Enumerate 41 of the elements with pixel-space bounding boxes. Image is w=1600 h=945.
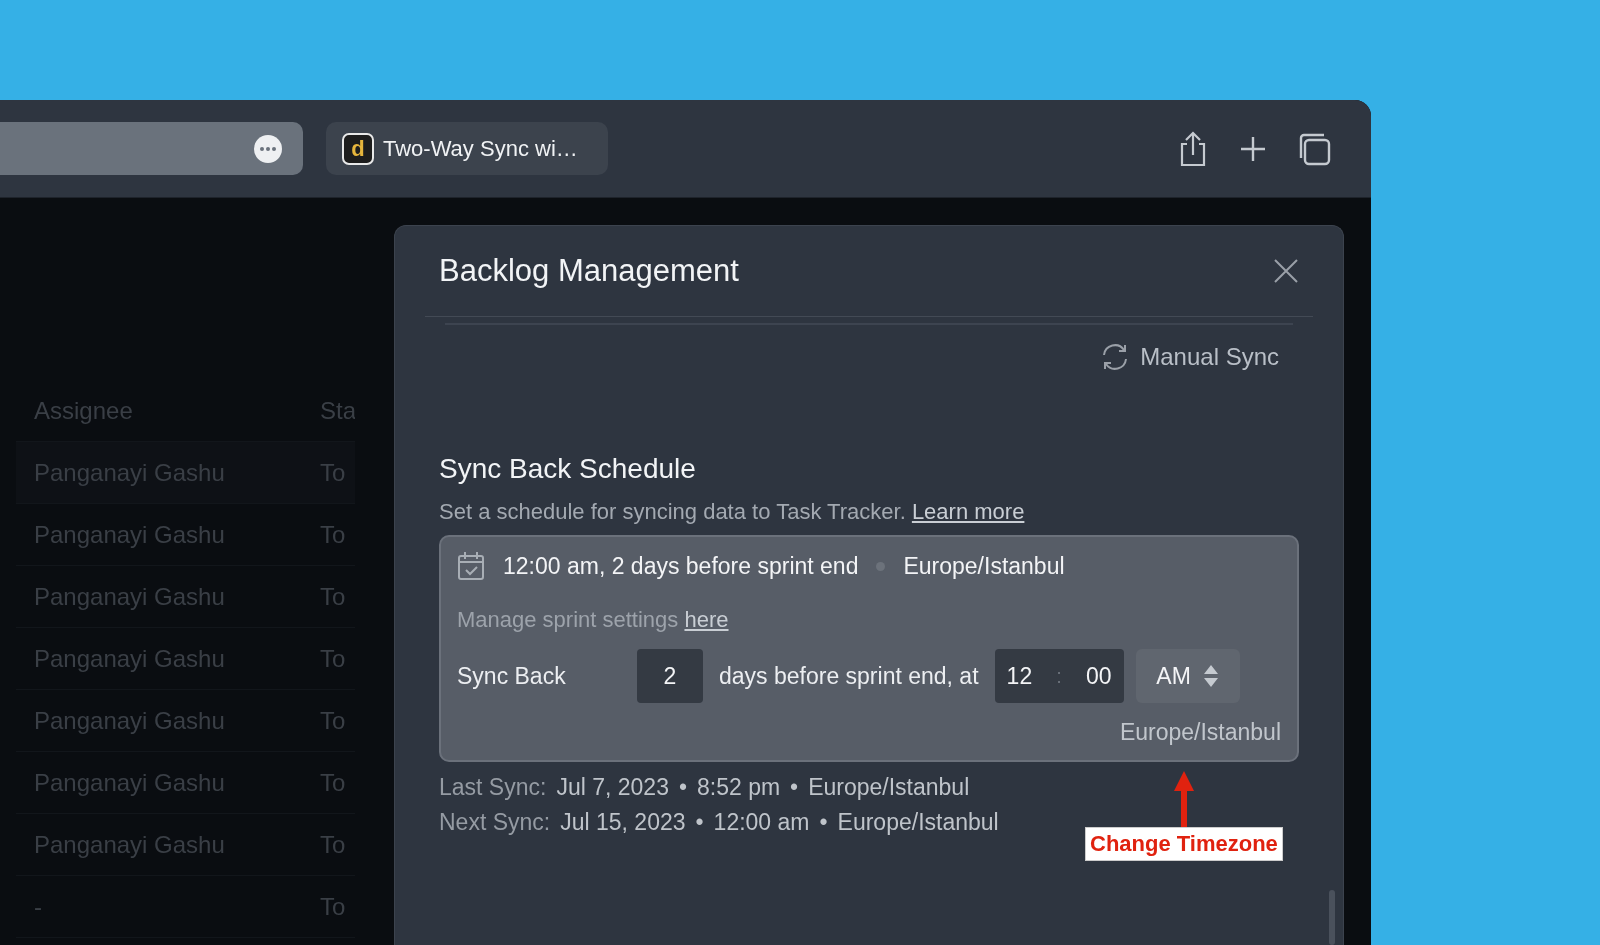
sync-value: Europe/Istanbul <box>808 774 970 801</box>
browser-tab[interactable]: d Two-Way Sync wi… <box>326 122 608 175</box>
manage-sprint-text: Manage sprint settings here <box>457 607 730 633</box>
here-link[interactable]: here <box>684 607 729 632</box>
tab-title: Two-Way Sync wi… <box>383 135 578 162</box>
manual-sync-button[interactable]: Manual Sync <box>1096 339 1283 375</box>
arrow-icon <box>1172 771 1195 827</box>
section-title: Sync Back Schedule <box>439 453 697 485</box>
days-field[interactable]: 2 <box>637 649 703 703</box>
sync-value: 8:52 pm <box>697 774 781 801</box>
modal-title: Backlog Management <box>439 253 739 289</box>
timezone-link[interactable]: Europe/Istanbul <box>1119 719 1281 746</box>
sync-back-label: Sync Back <box>457 662 567 690</box>
sync-value: Europe/Istanbul <box>837 809 999 836</box>
annotation-label: Change Timezone <box>1085 827 1283 861</box>
section-description: Set a schedule for syncing data to Task Tracker. Learn more <box>439 499 1026 525</box>
summary-timezone: Europe/Istanbul <box>903 552 1065 580</box>
scrollbar[interactable] <box>1329 890 1335 945</box>
sync-value: • <box>819 809 828 836</box>
favicon: d <box>342 132 374 165</box>
more-icon[interactable] <box>253 133 283 164</box>
sync-value: • <box>695 809 704 836</box>
sync-value: Jul 15, 2023 <box>560 809 686 836</box>
sync-value: • <box>790 774 799 801</box>
tabs-icon[interactable] <box>1297 131 1331 166</box>
calendar-icon <box>457 551 485 581</box>
sync-label: Next Sync: <box>439 809 551 836</box>
schedule-summary: 12:00 am, 2 days before sprint end <box>503 552 859 580</box>
learn-more-link[interactable]: Learn more <box>911 499 1025 524</box>
time-field[interactable]: 12 : 00 <box>994 649 1124 703</box>
table-cell-text: - <box>33 892 43 921</box>
sort-arrows-icon <box>1202 664 1219 688</box>
sync-value: 12:00 am <box>713 809 810 836</box>
address-bar[interactable] <box>0 122 303 175</box>
sync-value: • <box>678 774 687 801</box>
plus-icon[interactable] <box>1239 134 1267 163</box>
period-select[interactable]: AM <box>1135 649 1240 703</box>
close-button[interactable] <box>1273 258 1299 284</box>
days-label: days before sprint end, at <box>719 662 979 690</box>
sync-label: Last Sync: <box>439 774 547 801</box>
sync-value: Jul 7, 2023 <box>556 774 669 801</box>
